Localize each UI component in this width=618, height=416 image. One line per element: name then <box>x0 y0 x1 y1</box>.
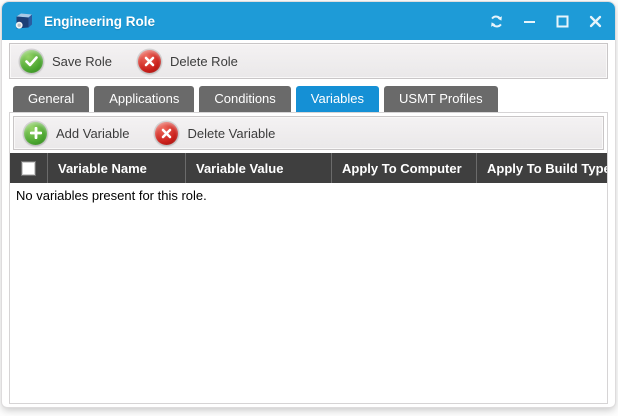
empty-variables-message: No variables present for this role. <box>10 183 607 208</box>
tab-general[interactable]: General <box>13 86 89 112</box>
delete-variable-label: Delete Variable <box>187 126 275 141</box>
tab-variables[interactable]: Variables <box>296 86 379 112</box>
add-variable-label: Add Variable <box>56 126 129 141</box>
tab-conditions[interactable]: Conditions <box>199 86 290 112</box>
close-icon[interactable] <box>587 13 603 29</box>
maximize-icon[interactable] <box>554 13 570 29</box>
delete-role-button[interactable]: Delete Role <box>138 50 238 73</box>
delete-variable-button[interactable]: Delete Variable <box>155 122 275 145</box>
refresh-icon[interactable] <box>488 13 504 29</box>
variables-grid-header: Variable Name Variable Value Apply To Co… <box>10 153 607 183</box>
tab-usmt-profiles[interactable]: USMT Profiles <box>384 86 498 112</box>
tab-applications[interactable]: Applications <box>94 86 194 112</box>
variables-tab-panel: Add Variable Delete Variable Variable Na… <box>9 112 608 404</box>
save-role-label: Save Role <box>52 54 112 69</box>
minimize-icon[interactable] <box>521 13 537 29</box>
add-plus-icon <box>24 122 47 145</box>
window-title: Engineering Role <box>44 14 155 29</box>
delete-variable-x-icon <box>155 122 178 145</box>
header-cell-apply-to-build-type[interactable]: Apply To Build Type <box>477 153 607 183</box>
header-cell-apply-to-computer[interactable]: Apply To Computer <box>332 153 477 183</box>
add-variable-button[interactable]: Add Variable <box>24 122 129 145</box>
save-check-icon <box>20 50 43 73</box>
delete-role-label: Delete Role <box>170 54 238 69</box>
window-controls <box>488 13 603 29</box>
variables-toolbar: Add Variable Delete Variable <box>13 116 604 150</box>
header-cell-variable-name[interactable]: Variable Name <box>48 153 186 183</box>
save-role-button[interactable]: Save Role <box>20 50 112 73</box>
header-cell-select-all <box>10 153 48 183</box>
role-toolbar: Save Role Delete Role <box>9 43 608 79</box>
tab-bar: General Applications Conditions Variable… <box>13 86 608 112</box>
delete-x-icon <box>138 50 161 73</box>
header-cell-variable-value[interactable]: Variable Value <box>186 153 332 183</box>
select-all-checkbox[interactable] <box>21 161 36 176</box>
titlebar: Engineering Role <box>2 2 615 40</box>
engineering-role-window: Engineering Role <box>2 2 615 407</box>
safe-box-icon <box>13 11 34 31</box>
